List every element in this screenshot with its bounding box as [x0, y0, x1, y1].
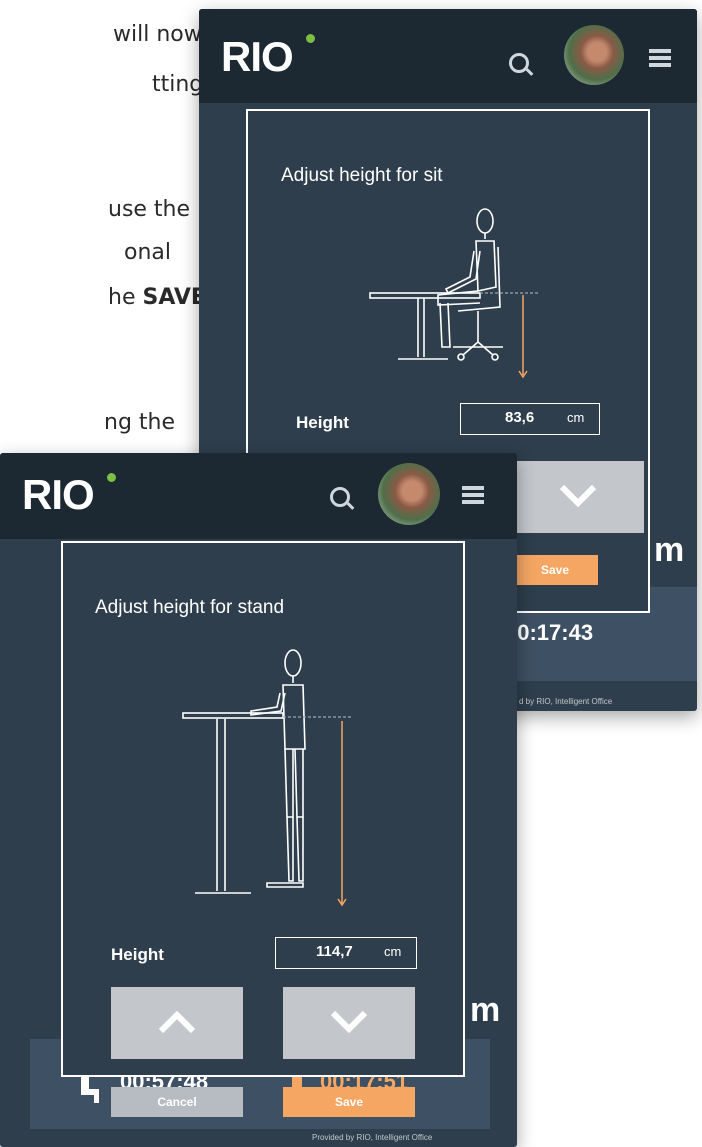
stand-timer: 00:17:43 [505, 620, 594, 645]
avatar[interactable] [378, 463, 440, 525]
doc-line-5: he SAVE [108, 285, 206, 310]
save-button[interactable]: Save [512, 555, 598, 585]
rio-logo[interactable]: RIO [221, 33, 294, 81]
menu-icon[interactable] [649, 49, 671, 67]
dialog-title: Adjust height for sit [281, 165, 443, 186]
adjust-height-dialog: Adjust height for stand Height 114,7 cm … [61, 541, 465, 1117]
app-bar: RIO [199, 9, 697, 103]
footer-note: Provided by RIO, Intelligent Office [312, 1133, 433, 1142]
height-unit: cm [567, 410, 585, 425]
height-label: Height [111, 945, 164, 964]
doc-line-6: ng the [104, 410, 176, 435]
search-icon[interactable] [509, 53, 529, 73]
save-button[interactable]: Save [283, 1087, 415, 1117]
doc-line-3: use the [108, 197, 191, 222]
raise-height-button[interactable] [111, 987, 243, 1059]
sitting-person-icon [369, 208, 540, 379]
height-input[interactable]: 83,6 cm [460, 403, 600, 435]
footer-note: d by RIO, Intelligent Office [519, 697, 613, 706]
doc-line-1: will now [113, 22, 202, 47]
cancel-button[interactable]: Cancel [111, 1087, 243, 1117]
lower-height-button[interactable] [512, 461, 644, 533]
height-input[interactable]: 114,7 cm [275, 937, 417, 969]
doc-line-2: tting [152, 72, 204, 97]
partial-height-unit: m [654, 531, 685, 569]
height-unit: cm [384, 944, 402, 959]
phone-screen-stand: RIO m 00:57:48 00:17:51 Provided by RIO,… [0, 453, 517, 1147]
lower-height-button[interactable] [283, 987, 415, 1059]
rio-logo[interactable]: RIO [22, 471, 95, 519]
avatar[interactable] [564, 25, 624, 85]
doc-line-4: onal [124, 240, 171, 265]
partial-height-unit: m [470, 991, 501, 1029]
dialog-title: Adjust height for stand [95, 597, 285, 618]
menu-icon[interactable] [462, 486, 484, 504]
height-value: 83,6 [505, 409, 535, 426]
search-icon[interactable] [330, 487, 350, 507]
standing-person-icon [182, 649, 353, 907]
chevron-down-icon [559, 484, 597, 508]
app-bar: RIO [0, 453, 517, 539]
chevron-up-icon [158, 1010, 196, 1034]
logo-dot [306, 34, 315, 43]
height-value: 114,7 [316, 943, 353, 960]
chevron-down-icon [330, 1010, 368, 1034]
logo-dot [107, 473, 116, 482]
height-label: Height [296, 413, 349, 432]
